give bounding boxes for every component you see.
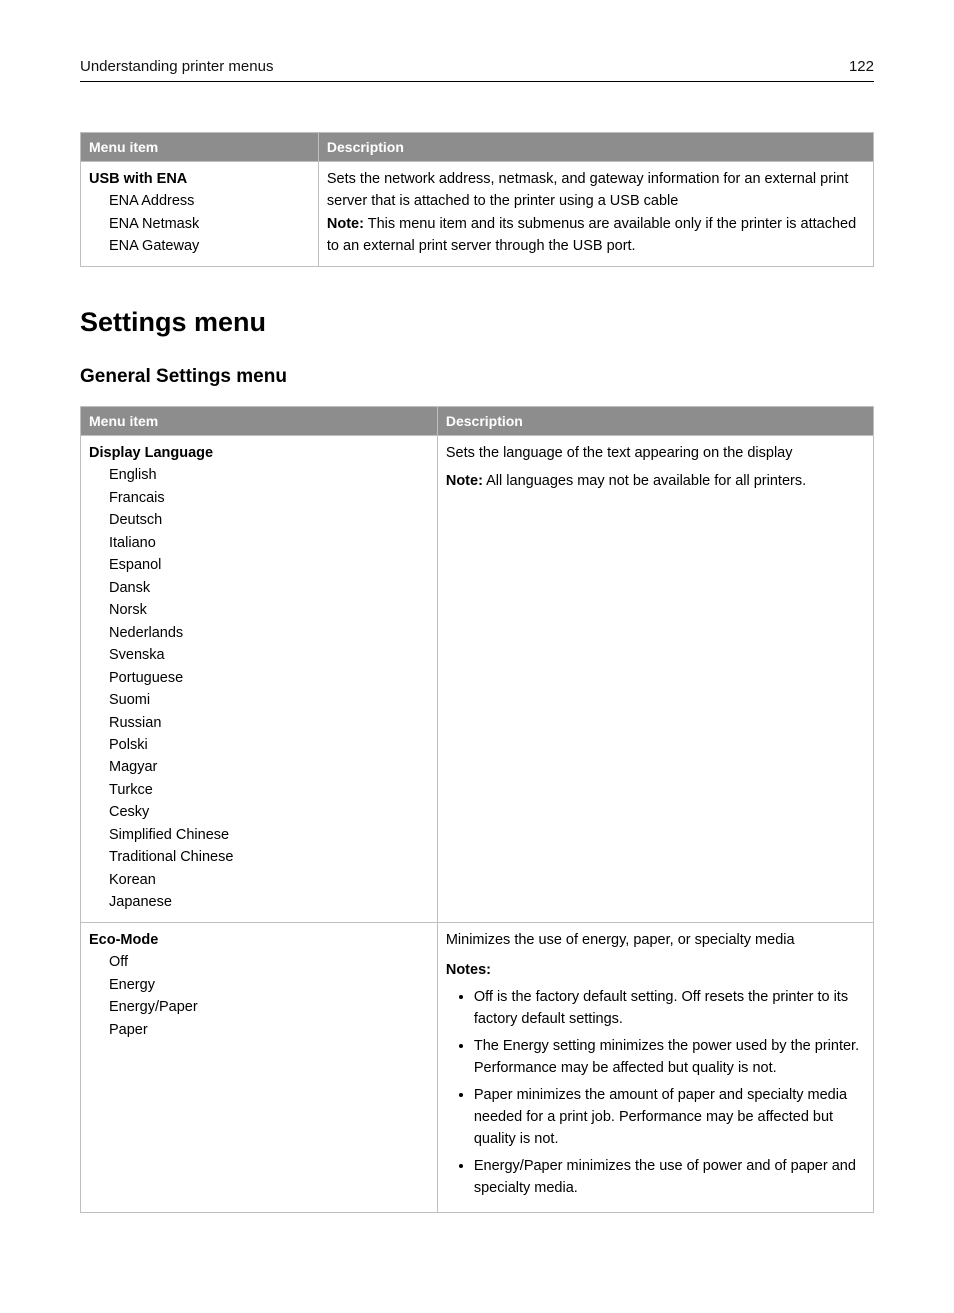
heading-general-settings: General Settings menu (80, 366, 874, 388)
list-item: Espanol (109, 554, 429, 576)
list-item: Turkce (109, 779, 429, 801)
col-menu-item: Menu item (81, 133, 319, 162)
note-label: Note: (446, 473, 483, 489)
description-cell: Sets the language of the text appearing … (437, 435, 873, 922)
list-item: Suomi (109, 689, 429, 711)
list-item: Magyar (109, 756, 429, 778)
running-head: Understanding printer menus 122 (80, 58, 874, 82)
list-item: Energy/Paper minimizes the use of power … (474, 1155, 865, 1200)
description-note: Note: This menu item and its submenus ar… (327, 213, 865, 258)
list-item: ENA Netmask (109, 213, 310, 235)
menu-item-title: Display Language (89, 442, 429, 464)
description-text: Sets the network address, netmask, and g… (327, 168, 865, 213)
list-item: Norsk (109, 599, 429, 621)
menu-sub-list: ENA Address ENA Netmask ENA Gateway (109, 190, 310, 257)
heading-settings-menu: Settings menu (80, 307, 874, 338)
list-item: The Energy setting minimizes the power u… (474, 1035, 865, 1080)
description-text: Minimizes the use of energy, paper, or s… (446, 929, 865, 951)
list-item: Traditional Chinese (109, 846, 429, 868)
usb-ena-table: Menu item Description USB with ENA ENA A… (80, 132, 874, 267)
list-item: Dansk (109, 577, 429, 599)
menu-item-title: Eco-Mode (89, 929, 429, 951)
menu-item-cell: Display Language English Francais Deutsc… (81, 435, 438, 922)
description-note: Note: All languages may not be available… (446, 470, 865, 492)
col-menu-item: Menu item (81, 406, 438, 435)
list-item: Energy (109, 974, 429, 996)
table-row: Display Language English Francais Deutsc… (81, 435, 874, 922)
list-item: ENA Address (109, 190, 310, 212)
list-item: Nederlands (109, 622, 429, 644)
list-item: Off (109, 951, 429, 973)
menu-item-cell: USB with ENA ENA Address ENA Netmask ENA… (81, 162, 319, 267)
description-cell: Sets the network address, netmask, and g… (318, 162, 873, 267)
note-text: All languages may not be available for a… (483, 473, 806, 489)
list-item: English (109, 464, 429, 486)
menu-sub-list: Off Energy Energy/Paper Paper (109, 951, 429, 1041)
list-item: Deutsch (109, 509, 429, 531)
table-row: USB with ENA ENA Address ENA Netmask ENA… (81, 162, 874, 267)
list-item: Japanese (109, 891, 429, 913)
table-row: Eco-Mode Off Energy Energy/Paper Paper M… (81, 922, 874, 1212)
list-item: Energy/Paper (109, 996, 429, 1018)
list-item: Paper (109, 1019, 429, 1041)
description-cell: Minimizes the use of energy, paper, or s… (437, 922, 873, 1212)
general-settings-table: Menu item Description Display Language E… (80, 406, 874, 1213)
description-text: Sets the language of the text appearing … (446, 442, 865, 464)
list-item: Italiano (109, 532, 429, 554)
menu-sub-list: English Francais Deutsch Italiano Espano… (109, 464, 429, 913)
list-item: Portuguese (109, 667, 429, 689)
note-text: This menu item and its submenus are avai… (327, 216, 856, 254)
list-item: Cesky (109, 801, 429, 823)
list-item: Paper minimizes the amount of paper and … (474, 1084, 865, 1151)
page-number: 122 (849, 58, 874, 75)
list-item: Korean (109, 869, 429, 891)
notes-label: Notes: (446, 959, 865, 981)
list-item: Francais (109, 487, 429, 509)
menu-item-cell: Eco-Mode Off Energy Energy/Paper Paper (81, 922, 438, 1212)
section-title: Understanding printer menus (80, 58, 273, 75)
note-label: Note: (327, 216, 364, 232)
list-item: ENA Gateway (109, 235, 310, 257)
list-item: Polski (109, 734, 429, 756)
col-description: Description (437, 406, 873, 435)
menu-item-title: USB with ENA (89, 168, 310, 190)
list-item: Simplified Chinese (109, 824, 429, 846)
list-item: Svenska (109, 644, 429, 666)
col-description: Description (318, 133, 873, 162)
list-item: Russian (109, 712, 429, 734)
notes-list: Off is the factory default setting. Off … (460, 986, 865, 1200)
list-item: Off is the factory default setting. Off … (474, 986, 865, 1031)
